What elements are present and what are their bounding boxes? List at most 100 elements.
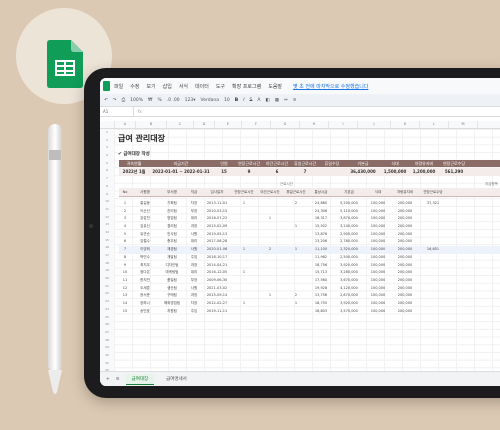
table-cell[interactable]	[283, 308, 309, 316]
menu-format[interactable]: 서식	[179, 83, 188, 90]
table-cell[interactable]: 100,000	[365, 200, 391, 208]
table-cell[interactable]: 관리팀	[159, 208, 185, 216]
table-cell[interactable]: 3,240,000	[333, 223, 365, 231]
table-header-cell-10[interactable]: 식대	[365, 188, 391, 196]
table-cell[interactable]: 총무팀	[159, 238, 185, 246]
table-cell[interactable]: 기획팀	[159, 200, 185, 208]
table-cell[interactable]	[419, 231, 447, 239]
table-cell[interactable]: 부장	[185, 208, 203, 216]
table-header-cell-3[interactable]: 직급	[185, 188, 203, 196]
table-cell[interactable]	[257, 308, 283, 316]
menu-extensions[interactable]: 확장 프로그램	[232, 83, 261, 90]
table-cell[interactable]: 유관순	[131, 231, 159, 239]
table-header-cell-1[interactable]: 사원명	[131, 188, 159, 196]
table-cell[interactable]	[283, 254, 309, 262]
table-cell[interactable]: 1	[283, 300, 309, 308]
table-cell[interactable]: 과장	[185, 292, 203, 300]
sheet-list-icon[interactable]: ≡	[116, 377, 120, 382]
col-l[interactable]: L	[420, 121, 449, 128]
table-cell[interactable]	[419, 300, 447, 308]
table-cell[interactable]: 18,317	[309, 215, 333, 223]
table-cell[interactable]: 37,321	[419, 200, 447, 208]
empty-row[interactable]	[119, 331, 500, 339]
table-cell[interactable]: 경리팀	[159, 223, 185, 231]
col-i[interactable]: I	[329, 121, 358, 128]
table-cell[interactable]: 3,670,000	[333, 277, 365, 285]
row-number[interactable]: 28	[100, 337, 114, 345]
table-cell[interactable]	[419, 285, 447, 293]
row-number[interactable]: 2	[100, 137, 114, 145]
table-cell[interactable]: 과장	[185, 262, 203, 270]
row-number[interactable]: 8	[100, 183, 114, 191]
empty-row[interactable]	[119, 338, 500, 346]
row-number[interactable]: 30	[100, 352, 114, 360]
row-number[interactable]: 5	[100, 160, 114, 168]
table-cell[interactable]: 오세훈	[131, 285, 159, 293]
row-number[interactable]: 1	[100, 129, 114, 137]
table-cell[interactable]: 2016-07-22	[203, 215, 231, 223]
table-cell[interactable]: 김유신	[131, 223, 159, 231]
table-cell[interactable]: 1	[231, 200, 257, 208]
table-cell[interactable]: 2	[283, 200, 309, 208]
table-cell[interactable]	[283, 269, 309, 277]
table-cell[interactable]: 17,560	[309, 277, 333, 285]
col-f[interactable]: F	[242, 121, 271, 128]
table-cell[interactable]: 8	[119, 254, 131, 262]
table-cell[interactable]: 100,000	[365, 223, 391, 231]
redo-icon[interactable]: ↷	[113, 98, 117, 103]
row-number[interactable]: 22	[100, 290, 114, 298]
table-cell[interactable]: 6	[119, 238, 131, 246]
row-number[interactable]: 3	[100, 144, 114, 152]
table-cell[interactable]: 과장	[185, 223, 203, 231]
table-cell[interactable]: 영업팀	[159, 215, 185, 223]
table-cell[interactable]: 100,000	[365, 292, 391, 300]
summary-value-cell-5[interactable]: 7	[291, 168, 319, 176]
table-cell[interactable]	[231, 292, 257, 300]
table-header-cell-7[interactable]: 휴일근로시간	[283, 188, 309, 196]
table-cell[interactable]: 2	[119, 208, 131, 216]
table-cell[interactable]: 1	[257, 292, 283, 300]
table-cell[interactable]: 2	[257, 246, 283, 254]
table-cell[interactable]: 2015-02-09	[203, 223, 231, 231]
table-cell[interactable]	[257, 223, 283, 231]
table-cell[interactable]: 15,502	[309, 223, 333, 231]
table-cell[interactable]: 부장	[185, 277, 203, 285]
menu-data[interactable]: 데이터	[195, 83, 209, 90]
row-number[interactable]: 18	[100, 260, 114, 268]
table-cell[interactable]	[419, 238, 447, 246]
table-cell[interactable]: 디자인팀	[159, 262, 185, 270]
table-cell[interactable]: 차장	[185, 300, 203, 308]
table-cell[interactable]: 18,755	[309, 300, 333, 308]
table-cell[interactable]: 2,900,000	[333, 231, 365, 239]
table-cell[interactable]: 사원	[185, 231, 203, 239]
table-cell[interactable]: 2,760,000	[333, 238, 365, 246]
table-cell[interactable]: 2019-05-13	[203, 231, 231, 239]
table-cell[interactable]: 3,570,000	[333, 308, 365, 316]
tab-payslip[interactable]: 급여명세서	[160, 374, 193, 384]
table-cell[interactable]: 2016-12-05	[203, 269, 231, 277]
table-cell[interactable]: 9	[119, 262, 131, 270]
table-cell[interactable]: 100,000	[365, 300, 391, 308]
row-number[interactable]: 27	[100, 329, 114, 337]
table-cell[interactable]: 인사팀	[159, 231, 185, 239]
table-cell[interactable]: 19,928	[309, 285, 333, 293]
col-j[interactable]: J	[358, 121, 391, 128]
row-number[interactable]: 21	[100, 283, 114, 291]
table-cell[interactable]: 정다은	[131, 269, 159, 277]
table-cell[interactable]: 대리	[185, 269, 203, 277]
table-header-cell-5[interactable]: 연장근로시간	[231, 188, 257, 196]
table-header-cell-9[interactable]: 기본급	[333, 188, 365, 196]
empty-row[interactable]	[119, 346, 500, 354]
summary-header-cell-9[interactable]: 차량유지비	[409, 160, 439, 167]
table-cell[interactable]: 주임	[185, 308, 203, 316]
row-number[interactable]: 11	[100, 206, 114, 214]
table-cell[interactable]: 200,000	[391, 223, 419, 231]
table-cell[interactable]: 200,000	[391, 200, 419, 208]
col-d[interactable]: D	[194, 121, 215, 128]
row-number[interactable]: 16	[100, 244, 114, 252]
menu-insert[interactable]: 삽입	[163, 83, 172, 90]
table-cell[interactable]: 대리	[185, 215, 203, 223]
table-cell[interactable]	[419, 269, 447, 277]
strike-button[interactable]: S	[250, 98, 253, 103]
table-cell[interactable]	[419, 277, 447, 285]
